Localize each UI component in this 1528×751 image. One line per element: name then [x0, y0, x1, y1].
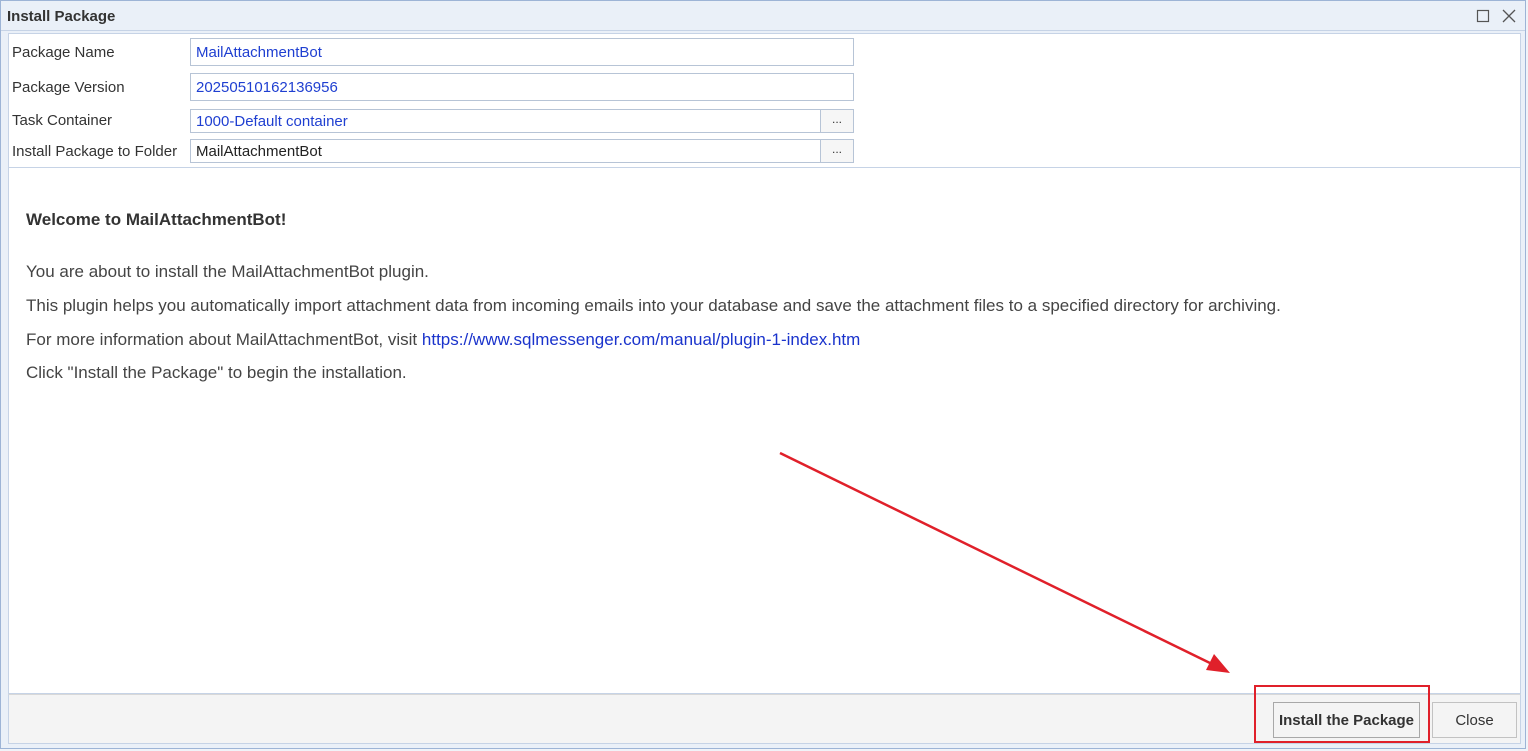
install-package-window: Install Package Package Name Package Ver…: [0, 0, 1526, 749]
package-form: Package Name Package Version Task Contai…: [8, 33, 1521, 167]
install-folder-input[interactable]: [190, 139, 821, 163]
package-name-label: Package Name: [12, 44, 115, 61]
title-bar: Install Package: [1, 1, 1525, 31]
close-icon[interactable]: [1501, 8, 1517, 24]
package-version-input[interactable]: [190, 73, 854, 101]
install-folder-label: Install Package to Folder: [12, 143, 178, 160]
info-line-text: For more information about MailAttachmen…: [26, 330, 422, 349]
description-line: This plugin helps you automatically impo…: [26, 296, 1281, 315]
close-button[interactable]: Close: [1432, 702, 1517, 738]
maximize-icon[interactable]: [1475, 8, 1491, 24]
info-line: For more information about MailAttachmen…: [26, 330, 860, 350]
instruction-line: Click "Install the Package" to begin the…: [26, 363, 407, 382]
button-bar: Install the Package Close: [8, 694, 1521, 744]
install-package-button[interactable]: Install the Package: [1273, 702, 1420, 738]
task-container-browse-button[interactable]: ...: [820, 109, 854, 133]
package-name-input[interactable]: [190, 38, 854, 66]
install-folder-browse-button[interactable]: ...: [820, 139, 854, 163]
window-title: Install Package: [7, 8, 116, 25]
welcome-panel: Welcome to MailAttachmentBot! You are ab…: [8, 167, 1521, 694]
package-version-label: Package Version: [12, 79, 125, 96]
intro-line: You are about to install the MailAttachm…: [26, 262, 429, 281]
manual-link[interactable]: https://www.sqlmessenger.com/manual/plug…: [422, 330, 860, 349]
welcome-heading: Welcome to MailAttachmentBot!: [26, 210, 287, 229]
task-container-label: Task Container: [12, 112, 113, 129]
task-container-input[interactable]: [190, 109, 821, 133]
